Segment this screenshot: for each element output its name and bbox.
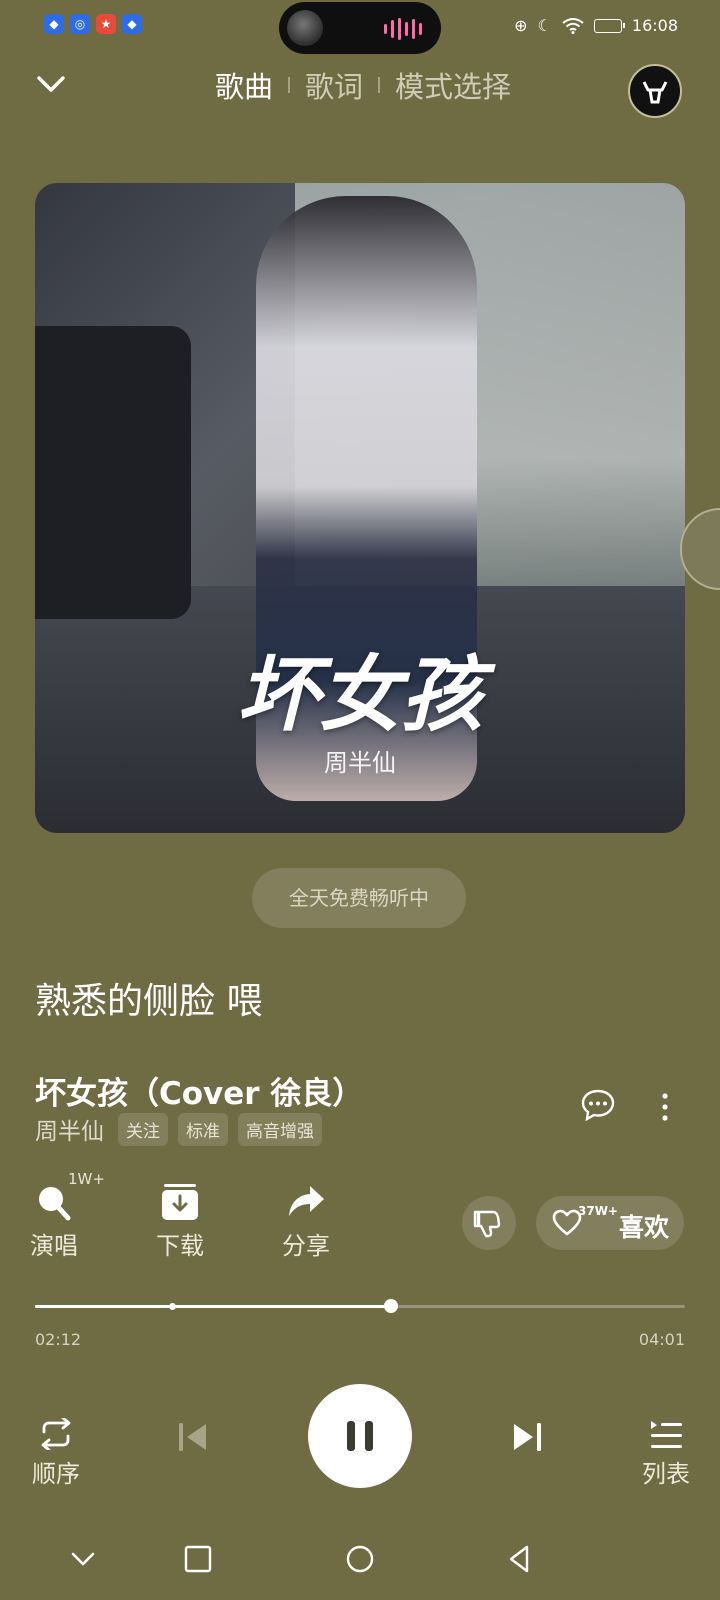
share-icon [289,1186,324,1216]
shield-icon: ◆ [122,14,142,34]
emblem-icon: ★ [96,14,116,34]
next-track-icon[interactable] [510,1420,544,1454]
add-circle-icon: ⊕ [514,16,528,35]
system-navigation-bar [0,1530,720,1590]
audio-wave-icon [384,18,422,40]
progress-bar[interactable] [35,1299,685,1313]
dynamic-island[interactable] [279,2,441,54]
tab-lyrics[interactable]: 歌词 [305,64,363,106]
high-pitch-enhance-tag[interactable]: 高音增强 [238,1112,322,1146]
thumbs-down-icon [473,1210,501,1238]
shield-icon: ◆ [44,14,64,34]
song-title: 坏女孩（Cover 徐良） [35,1076,364,1112]
download-button[interactable]: 下载 [140,1182,220,1261]
collapse-chevron-icon[interactable] [34,66,68,100]
home-icon[interactable] [345,1544,375,1574]
target-icon: ◎ [70,14,90,34]
share-button[interactable]: 分享 [266,1182,346,1261]
like-label: 喜欢 [619,1213,670,1242]
dislike-button[interactable] [462,1196,516,1250]
island-album-art [287,10,323,46]
pause-icon [347,1421,373,1451]
tab-divider [288,77,291,93]
microphone-icon [39,1187,71,1221]
status-bar: ◆ ◎ ★ ◆ ⊕ ☾ 16:08 [0,0,720,54]
recent-apps-icon[interactable] [183,1544,213,1574]
playlist-icon [651,1421,682,1448]
play-order-button[interactable]: 顺序 [30,1416,82,1489]
total-time: 04:01 [638,1330,685,1349]
progress-marker [169,1303,176,1310]
cover-title-text: 坏女孩 [237,647,483,743]
follow-button[interactable]: 关注 [118,1112,168,1146]
playlist-label: 列表 [642,1460,690,1488]
previous-track-icon[interactable] [176,1420,210,1454]
song-meta: 周半仙 关注 标准 高音增强 [35,1112,322,1146]
tab-song[interactable]: 歌曲 [215,64,273,106]
quality-standard-tag[interactable]: 标准 [178,1112,228,1146]
album-cover[interactable]: 坏女孩 周半仙 [35,183,685,833]
repeat-icon [41,1416,71,1452]
download-icon [162,1184,198,1220]
like-count: 37W+ [578,1204,618,1218]
battery-icon [593,18,625,33]
tab-divider [378,77,381,93]
progress-fill [35,1305,391,1308]
notification-icons: ◆ ◎ ★ ◆ [44,14,142,34]
like-button[interactable]: 37W+ 喜欢 [536,1196,684,1250]
tab-mode-select[interactable]: 模式选择 [395,64,511,106]
cover-artist-text: 周半仙 [324,749,396,777]
comment-icon[interactable] [580,1088,616,1122]
current-time: 02:12 [35,1330,82,1349]
header-tabs: 歌曲 歌词 模式选择 [215,64,511,106]
back-icon[interactable] [505,1544,535,1574]
system-status: ⊕ ☾ 16:08 [514,16,678,35]
side-panel-handle[interactable] [680,508,720,590]
free-listening-badge[interactable]: 全天免费畅听中 [252,868,466,928]
chevron-down-icon[interactable] [68,1544,98,1574]
sing-label: 演唱 [30,1232,78,1260]
moon-icon: ☾ [537,16,552,35]
more-vertical-icon[interactable] [658,1090,672,1124]
clock: 16:08 [631,16,678,35]
wifi-icon [562,17,584,34]
share-label: 分享 [282,1232,330,1260]
app-logo-button[interactable] [628,64,682,118]
progress-thumb[interactable] [384,1299,398,1313]
pause-button[interactable] [308,1384,412,1488]
current-lyric-line[interactable]: 熟悉的侧脸 喂 [35,972,262,1024]
sing-button[interactable]: 演唱 [14,1182,94,1261]
cover-car-shape [35,326,191,619]
bull-logo-icon [642,81,668,104]
artist-name-link[interactable]: 周半仙 [35,1112,104,1146]
playlist-button[interactable]: 列表 [640,1418,692,1489]
download-label: 下载 [156,1232,204,1260]
play-order-label: 顺序 [32,1460,80,1488]
